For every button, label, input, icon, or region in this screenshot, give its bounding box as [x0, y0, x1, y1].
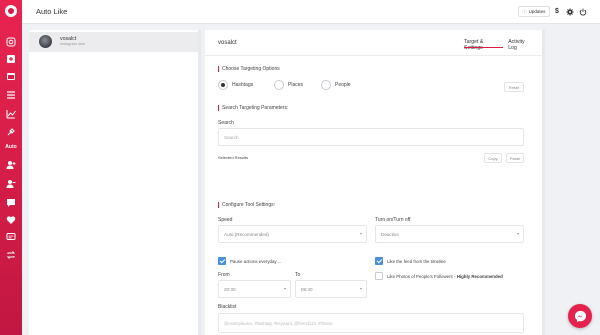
radio-people-label: People	[335, 82, 351, 88]
add-user-icon[interactable]	[5, 159, 17, 170]
analytics-icon[interactable]	[5, 108, 17, 119]
chevron-down-icon	[517, 233, 519, 235]
settings-scrollbar[interactable]	[542, 30, 545, 335]
avatar	[39, 35, 52, 48]
pause-checkbox[interactable]: Pause actions everyday ...	[218, 257, 282, 265]
copy-button[interactable]: Copy	[484, 153, 502, 163]
accounts-panel: vosalct Instagram user	[29, 30, 198, 335]
radio-hashtags-label: Hashtags	[232, 82, 254, 88]
account-type: Instagram user	[60, 42, 86, 46]
app-logo-icon[interactable]	[5, 5, 17, 17]
radio-places[interactable]: Places	[274, 80, 303, 90]
targeting-section-title: Choose Targeting Options	[218, 66, 280, 72]
like-feed-label: Like the feed from the timeline	[387, 258, 446, 264]
repost-icon[interactable]	[5, 249, 17, 260]
power-icon[interactable]	[578, 6, 588, 17]
onoff-select[interactable]: Deactive	[375, 225, 524, 243]
radio-places-circle[interactable]	[274, 80, 284, 90]
to-value: 09:30	[301, 286, 313, 292]
chevron-down-icon	[360, 288, 362, 290]
to-select[interactable]: 09:30	[295, 280, 367, 298]
gear-icon[interactable]	[565, 6, 575, 17]
comment-icon[interactable]	[5, 197, 17, 208]
onoff-value: Deactive	[381, 231, 399, 237]
like-followers-checkbox-box[interactable]	[375, 272, 383, 280]
pause-checkbox-box[interactable]	[218, 257, 226, 265]
from-value: 20:30	[224, 286, 236, 292]
calendar-icon[interactable]	[5, 70, 17, 81]
add-post-icon[interactable]	[5, 53, 17, 64]
tab-target-settings[interactable]: Target & Settings	[464, 39, 503, 51]
search-input[interactable]: Search	[218, 128, 524, 146]
list-icon[interactable]	[5, 89, 17, 100]
updates-label: Updates	[528, 9, 546, 14]
info-icon: ⓘ	[522, 8, 527, 14]
accounts-scrollbar[interactable]	[198, 30, 201, 335]
selected-results-label: Selected Results	[218, 155, 249, 160]
onoff-label: Turn on/Turn off	[375, 217, 411, 223]
message-icon[interactable]	[5, 231, 17, 242]
radio-people-circle[interactable]	[321, 80, 331, 90]
tool-settings-section-title: Configure Tool Settings:	[218, 202, 275, 208]
search-label: Search	[218, 120, 234, 126]
tools-icon[interactable]	[5, 126, 17, 137]
panel-title: vosalct	[218, 40, 237, 46]
billing-icon[interactable]: $	[552, 6, 562, 17]
blacklist-input[interactable]: @exampleuser, #hashtag, #keyword, @frien…	[218, 313, 524, 333]
heart-icon[interactable]	[5, 214, 17, 225]
top-bar: Auto Like ⓘ Updates $	[22, 0, 600, 24]
to-label: To	[295, 272, 301, 278]
from-select[interactable]: 20:30	[218, 280, 291, 298]
highly-recommended-text: Highly Recommended	[456, 273, 503, 279]
radio-places-label: Places	[288, 82, 304, 88]
instagram-icon[interactable]	[5, 36, 17, 47]
blacklist-label: Blacklist	[218, 304, 237, 310]
auto-label[interactable]: Auto	[0, 144, 22, 150]
account-item[interactable]: vosalct Instagram user	[29, 32, 198, 52]
page-title: Auto Like	[36, 7, 68, 16]
like-feed-checkbox[interactable]: Like the feed from the timeline	[375, 257, 446, 265]
speed-value: Auto (Recommended)	[224, 231, 269, 237]
speed-label: Speed	[218, 217, 233, 223]
settings-panel: vosalct Target & Settings Activity Log C…	[205, 30, 542, 335]
like-followers-label: Like Photos of People's Followers - High…	[387, 273, 503, 279]
left-rail: Auto	[0, 0, 22, 335]
updates-button[interactable]: ⓘ Updates	[518, 6, 550, 17]
remove-user-icon[interactable]	[5, 178, 17, 189]
panel-header: vosalct Target & Settings Activity Log	[205, 30, 542, 56]
radio-people[interactable]: People	[321, 80, 351, 90]
search-section-title: Search Targeting Parameters:	[218, 105, 288, 111]
like-followers-checkbox[interactable]: Like Photos of People's Followers - High…	[375, 272, 503, 280]
radio-hashtags-circle[interactable]	[218, 80, 228, 90]
from-label: From	[218, 272, 230, 278]
chevron-down-icon	[284, 288, 286, 290]
radio-hashtags[interactable]: Hashtags	[218, 80, 253, 90]
tab-activity-log[interactable]: Activity Log	[508, 39, 534, 51]
chevron-down-icon	[360, 233, 362, 235]
like-feed-checkbox-box[interactable]	[375, 257, 383, 265]
pause-label: Pause actions everyday ...	[230, 258, 282, 264]
reset-button[interactable]: Reset	[504, 82, 524, 92]
speed-select[interactable]: Auto (Recommended)	[218, 225, 367, 243]
messenger-chat-button[interactable]	[568, 304, 592, 328]
paste-button[interactable]: Paste	[506, 153, 524, 163]
messenger-icon	[574, 310, 586, 322]
